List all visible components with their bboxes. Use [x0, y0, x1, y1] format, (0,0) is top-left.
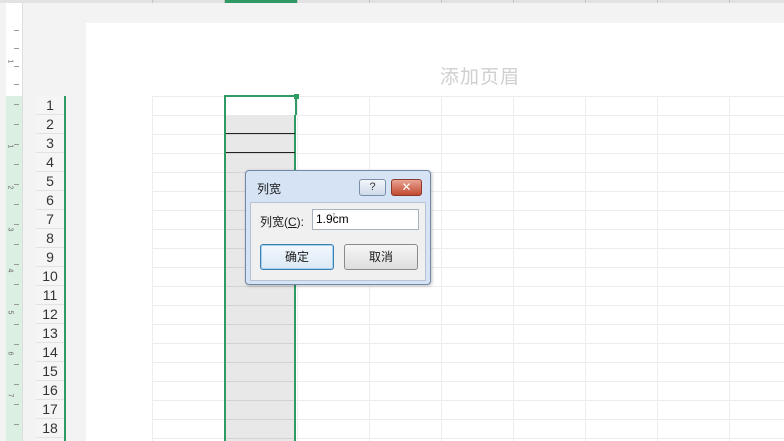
ruler-tick	[14, 264, 19, 265]
row-number[interactable]: 5	[36, 172, 64, 191]
grid-column-line	[729, 96, 730, 441]
row-number[interactable]: 10	[36, 267, 64, 286]
ruler-tick	[14, 344, 19, 345]
ruler-tick	[14, 66, 19, 67]
dialog-title: 列宽	[257, 182, 282, 196]
text-cursor-icon	[333, 213, 335, 219]
row-divider	[36, 437, 64, 438]
ruler-tick	[14, 284, 19, 285]
column-header-divider	[585, 0, 586, 3]
column-width-dialog: 列宽 ? ✕ 列宽(C): 1.9cm 确定 取消	[245, 170, 431, 285]
column-width-label-accesskey: C	[288, 215, 297, 229]
ruler-tick	[14, 104, 19, 105]
ruler-tick	[14, 304, 19, 305]
selected-column-row-line	[226, 343, 294, 344]
column-header-divider	[513, 0, 514, 3]
ruler-number: 3	[6, 227, 14, 232]
row-number[interactable]: 3	[36, 134, 64, 153]
ruler-tick	[14, 30, 19, 31]
ruler-tick	[14, 48, 19, 49]
ruler-number: 1	[6, 144, 14, 149]
column-header-divider	[441, 0, 442, 3]
row-number[interactable]: 17	[36, 400, 64, 419]
ruler-tick	[14, 224, 19, 225]
ruler-tick	[14, 404, 19, 405]
ruler-tick	[14, 244, 19, 245]
close-button[interactable]: ✕	[391, 179, 422, 196]
ruler-tick	[14, 144, 19, 145]
ruler-tick	[14, 384, 19, 385]
row-number[interactable]: 15	[36, 362, 64, 381]
ruler-number: 5	[6, 310, 14, 315]
ruler-tick	[14, 424, 19, 425]
row-number[interactable]: 6	[36, 191, 64, 210]
selected-column-row-line	[226, 400, 294, 401]
row-number[interactable]: 18	[36, 419, 64, 438]
column-width-label-tail: ):	[296, 215, 305, 229]
column-header-divider	[729, 0, 730, 3]
selected-column-row-line	[226, 134, 294, 135]
row-number[interactable]: 16	[36, 381, 64, 400]
row-number[interactable]: 8	[36, 229, 64, 248]
column-width-label-text: 列宽(	[260, 215, 288, 229]
ruler-tick	[14, 324, 19, 325]
cancel-button[interactable]: 取消	[344, 244, 418, 270]
column-header-divider	[657, 0, 658, 3]
ruler-tick	[14, 204, 19, 205]
column-header-divider	[369, 0, 370, 3]
selected-column-row-line	[226, 153, 294, 154]
selected-column-row-line	[226, 362, 294, 363]
ruler-tick	[14, 124, 19, 125]
ruler-tick	[14, 184, 19, 185]
row-number[interactable]: 9	[36, 248, 64, 267]
ruler-number: 4	[6, 268, 14, 273]
grid-column-line	[585, 96, 586, 441]
ruler-number: 1	[6, 59, 14, 64]
dialog-body: 列宽(C): 1.9cm 确定 取消	[250, 202, 426, 281]
column-width-label: 列宽(C):	[260, 213, 304, 230]
ok-button[interactable]: 确定	[260, 244, 334, 270]
grid-column-line	[513, 96, 514, 441]
fill-handle[interactable]	[294, 94, 299, 99]
column-header-divider	[297, 0, 298, 3]
selected-column-row-line	[226, 305, 294, 306]
ruler-tick	[14, 164, 19, 165]
grid-column-line	[152, 96, 153, 441]
grid-column-line	[441, 96, 442, 441]
row-number[interactable]: 1	[36, 96, 64, 115]
selected-column-row-line	[226, 286, 294, 287]
column-header-divider	[224, 0, 225, 3]
selected-column-row-line	[226, 438, 294, 439]
selected-column-row-line	[226, 324, 294, 325]
grid-column-line	[657, 96, 658, 441]
row-number[interactable]: 14	[36, 343, 64, 362]
header-placeholder[interactable]: 添加页眉	[440, 62, 520, 89]
row-number[interactable]: 11	[36, 286, 64, 305]
ruler-number: 6	[6, 351, 14, 356]
column-width-input[interactable]: 1.9cm	[312, 209, 419, 230]
row-number[interactable]: 4	[36, 153, 64, 172]
row-number[interactable]: 2	[36, 115, 64, 134]
page-top-margin	[32, 3, 784, 23]
help-button[interactable]: ?	[359, 179, 386, 196]
row-number[interactable]: 12	[36, 305, 64, 324]
selected-cell[interactable]	[224, 95, 297, 115]
ruler-number: 7	[6, 393, 14, 398]
selected-column-row-line	[226, 381, 294, 382]
selected-column-row-line	[226, 419, 294, 420]
ruler-tick	[14, 84, 19, 85]
ruler-tick	[14, 364, 19, 365]
ruler-number: 2	[6, 185, 14, 190]
row-header-column[interactable]: 1 2 3 4 5 6 7 8 9 10 11 12 13 14 15 16 17 18	[36, 96, 66, 441]
row-number[interactable]: 13	[36, 324, 64, 343]
column-header-divider	[152, 0, 153, 3]
row-number[interactable]: 7	[36, 210, 64, 229]
